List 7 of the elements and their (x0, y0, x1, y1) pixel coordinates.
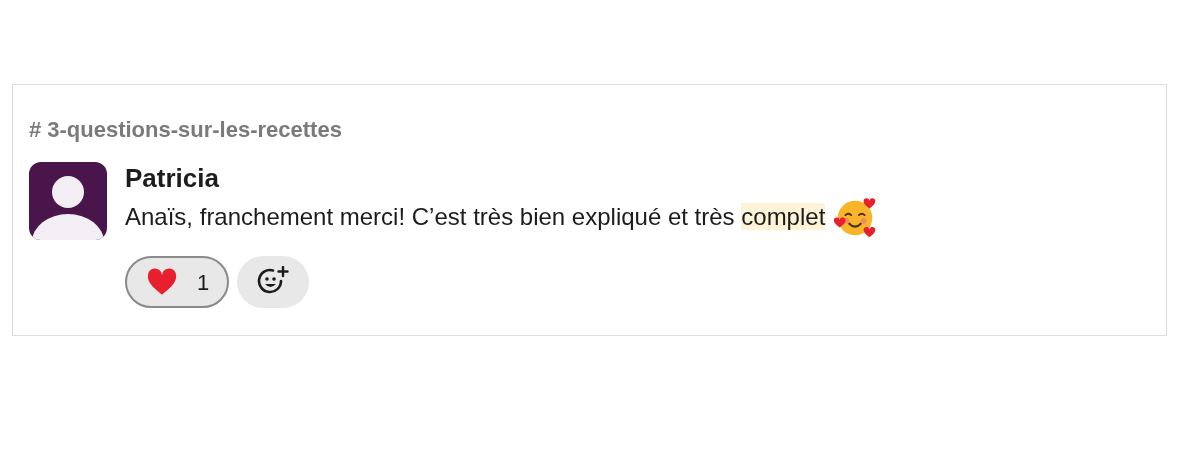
add-reaction-button[interactable] (237, 256, 310, 308)
message-text: Anaïs, franchement merci! C’est très bien expliqué et très complet (125, 202, 826, 232)
hash-symbol: # (29, 116, 42, 144)
author-name[interactable]: Patricia (125, 162, 880, 194)
reaction-button[interactable]: 1 (125, 256, 230, 308)
avatar-icon[interactable] (29, 162, 107, 240)
channel-name[interactable]: 3-questions-sur-les-recettes (47, 113, 342, 146)
